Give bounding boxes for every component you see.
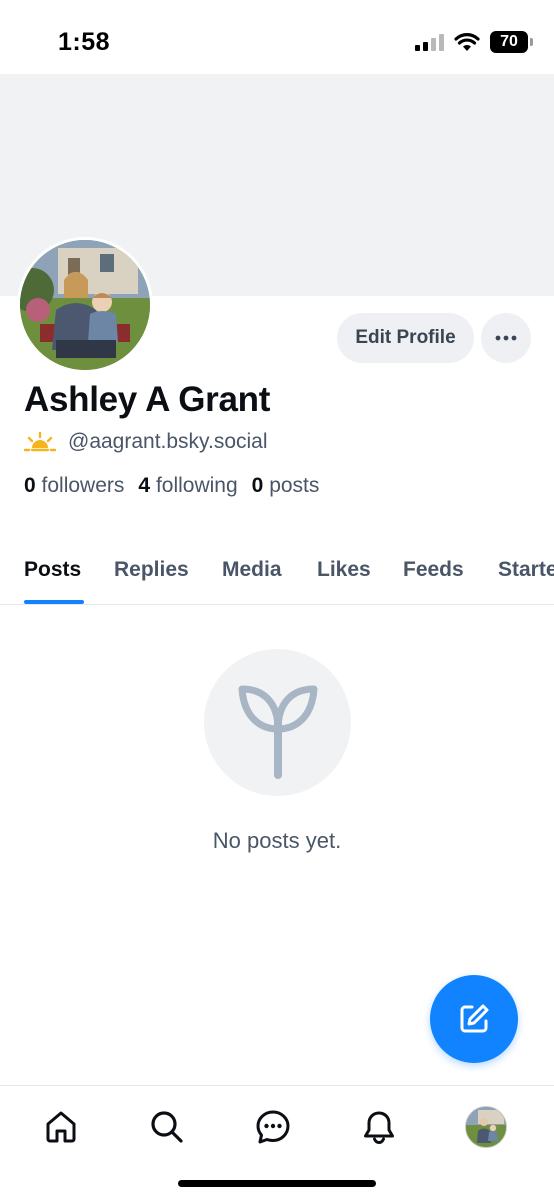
profile-avatar[interactable] — [17, 237, 153, 373]
followers-stat[interactable]: 0 followers — [24, 474, 124, 498]
nav-profile-avatar[interactable] — [465, 1106, 507, 1148]
nav-avatar-photo — [466, 1107, 506, 1147]
handle-row: @aagrant.bsky.social — [24, 430, 268, 454]
bell-icon — [364, 1111, 394, 1145]
display-name: Ashley A Grant — [24, 380, 271, 419]
status-icons: 70 — [415, 31, 533, 53]
nav-chat[interactable] — [252, 1106, 294, 1148]
edit-profile-button[interactable]: Edit Profile — [337, 313, 474, 363]
wifi-icon — [454, 32, 480, 51]
battery-level: 70 — [500, 33, 518, 50]
compose-icon — [460, 1004, 489, 1033]
followers-count: 0 — [24, 474, 36, 497]
following-stat[interactable]: 4 following — [138, 474, 237, 498]
profile-stats: 0 followers 4 following 0 posts — [24, 474, 319, 498]
profile-tabs: Posts Replies Media Likes Feeds Starter … — [0, 540, 554, 605]
tab-feeds[interactable]: Feeds — [403, 558, 464, 582]
more-options-button[interactable] — [481, 313, 531, 363]
posts-label: posts — [269, 474, 320, 497]
posts-count: 0 — [251, 474, 264, 497]
nav-home[interactable] — [40, 1106, 82, 1148]
sunrise-icon — [24, 431, 56, 452]
home-indicator — [178, 1180, 376, 1187]
battery-icon: 70 — [490, 31, 533, 53]
empty-state-illustration — [204, 649, 351, 796]
followers-label: followers — [41, 474, 125, 497]
active-tab-indicator — [24, 600, 84, 604]
search-icon — [151, 1111, 183, 1143]
tab-starter-packs[interactable]: Starter Packs — [498, 558, 554, 582]
following-count: 4 — [138, 474, 151, 497]
home-icon — [46, 1111, 76, 1143]
tab-replies[interactable]: Replies — [114, 558, 189, 582]
posts-stat: 0 posts — [252, 474, 320, 498]
nav-notifications[interactable] — [358, 1106, 400, 1148]
following-label: following — [155, 474, 238, 497]
tab-media[interactable]: Media — [222, 558, 282, 582]
compose-post-button[interactable] — [430, 975, 518, 1063]
seedling-icon — [238, 685, 317, 779]
avatar-photo — [20, 240, 150, 370]
empty-state-text: No posts yet. — [212, 828, 342, 853]
tab-likes[interactable]: Likes — [317, 558, 371, 582]
chat-icon — [256, 1110, 290, 1144]
cellular-signal-icon — [415, 33, 444, 51]
nav-search[interactable] — [146, 1106, 188, 1148]
ellipsis-icon — [495, 335, 517, 341]
profile-handle: @aagrant.bsky.social — [68, 430, 268, 453]
tab-posts[interactable]: Posts — [24, 558, 81, 582]
status-time: 1:58 — [58, 28, 111, 56]
status-bar: 1:58 70 — [0, 0, 554, 74]
